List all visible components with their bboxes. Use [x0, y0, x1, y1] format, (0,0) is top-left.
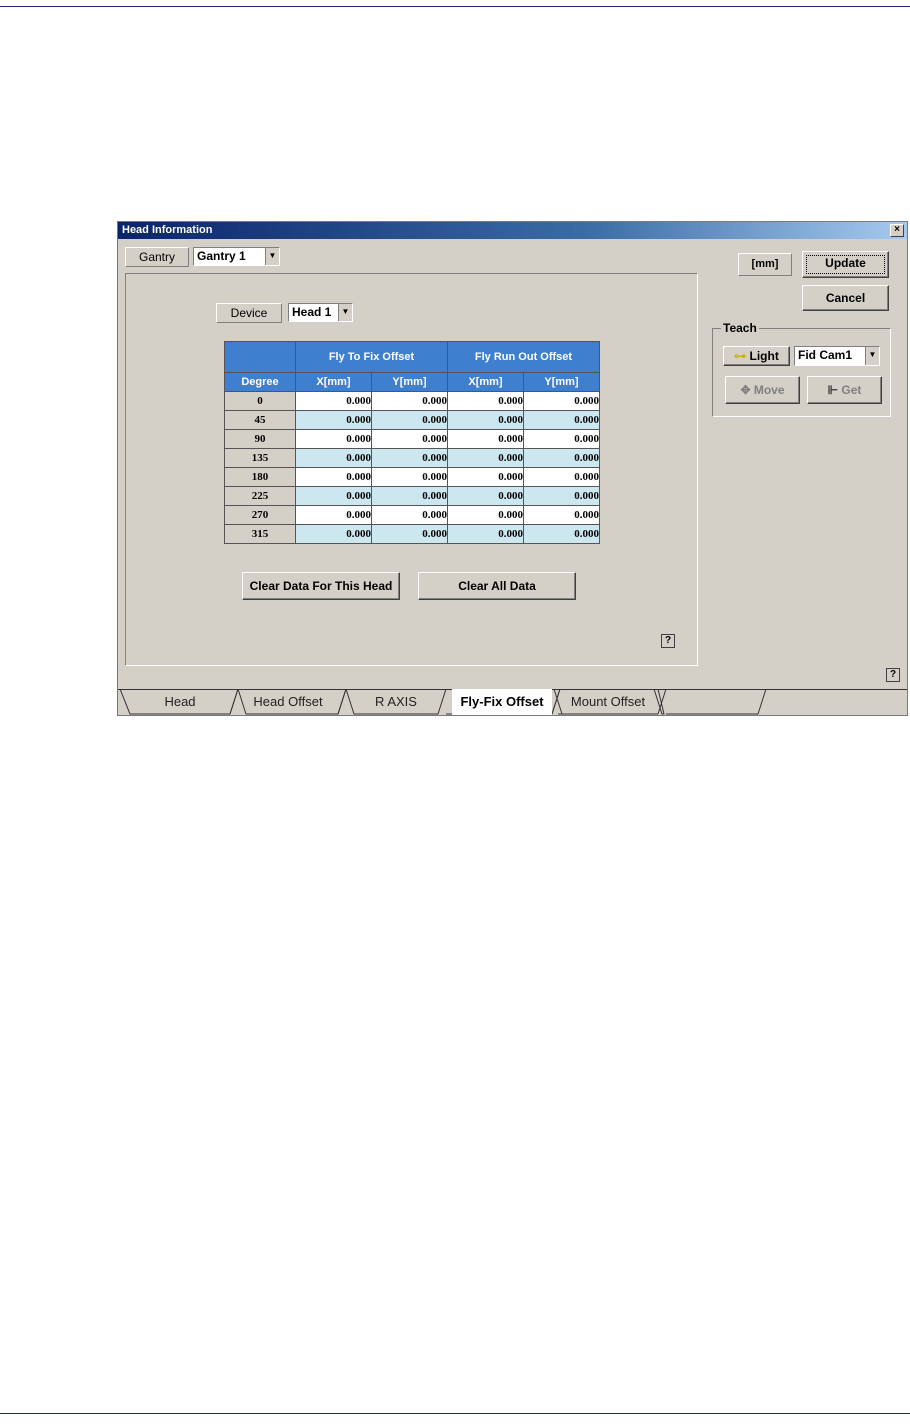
- help-icon[interactable]: ?: [661, 634, 675, 648]
- light-bulb-icon: ⊶: [734, 349, 747, 363]
- get-button-label: Get: [841, 383, 862, 397]
- tab-fly-fix-offset[interactable]: Fly-Fix Offset: [452, 689, 552, 715]
- light-button-label: Light: [749, 349, 779, 363]
- table-row: 135 0.000 0.000 0.000 0.000: [224, 448, 600, 468]
- offset-value-cell[interactable]: 0.000: [523, 467, 600, 487]
- col-header-run-x: X[mm]: [447, 372, 524, 392]
- device-label: Device: [216, 303, 282, 323]
- degree-cell: 225: [224, 486, 296, 506]
- col-header-run-y: Y[mm]: [523, 372, 600, 392]
- chevron-down-icon[interactable]: ▼: [865, 347, 879, 365]
- teach-group: Teach ⊶ Light Fid Cam1 ▼ ✥ Move ⊩ Get: [712, 321, 891, 417]
- offset-value-cell[interactable]: 0.000: [371, 448, 448, 468]
- head-information-window: Head Information × Gantry Gantry 1 ▼ [mm…: [117, 221, 908, 716]
- get-button[interactable]: ⊩ Get: [807, 376, 882, 404]
- table-row: 225 0.000 0.000 0.000 0.000: [224, 486, 600, 506]
- close-icon[interactable]: ×: [890, 224, 904, 237]
- offset-value-cell[interactable]: 0.000: [447, 486, 524, 506]
- offset-value-cell[interactable]: 0.000: [447, 505, 524, 525]
- tab-r-axis[interactable]: R AXIS: [346, 689, 446, 715]
- degree-cell: 135: [224, 448, 296, 468]
- offset-value-cell[interactable]: 0.000: [371, 486, 448, 506]
- offset-value-cell[interactable]: 0.000: [295, 486, 372, 506]
- device-select[interactable]: Head 1 ▼: [288, 303, 353, 322]
- degree-cell: 270: [224, 505, 296, 525]
- window-title: Head Information: [122, 224, 213, 236]
- offset-value-cell[interactable]: 0.000: [295, 467, 372, 487]
- degree-cell: 90: [224, 429, 296, 449]
- offset-value-cell[interactable]: 0.000: [523, 391, 600, 411]
- degree-cell: 180: [224, 467, 296, 487]
- table-row: 90 0.000 0.000 0.000 0.000: [224, 429, 600, 449]
- page-top-rule: [0, 6, 910, 7]
- offset-value-cell[interactable]: 0.000: [371, 467, 448, 487]
- col-header-fix-x: X[mm]: [295, 372, 372, 392]
- chevron-down-icon[interactable]: ▼: [265, 248, 279, 265]
- degree-cell: 315: [224, 524, 296, 544]
- offset-value-cell[interactable]: 0.000: [447, 524, 524, 544]
- camera-select[interactable]: Fid Cam1 ▼: [794, 346, 880, 366]
- update-button[interactable]: Update: [802, 251, 889, 278]
- gantry-select-value: Gantry 1: [197, 249, 246, 263]
- camera-select-value: Fid Cam1: [798, 348, 853, 362]
- offset-value-cell[interactable]: 0.000: [371, 410, 448, 430]
- offset-value-cell[interactable]: 0.000: [295, 505, 372, 525]
- offset-value-cell[interactable]: 0.000: [523, 448, 600, 468]
- tab-mount-offset[interactable]: Mount Offset: [558, 689, 658, 715]
- col-header-degree: Degree: [224, 372, 296, 392]
- offset-value-cell[interactable]: 0.000: [447, 429, 524, 449]
- gantry-label: Gantry: [125, 247, 189, 267]
- cancel-button[interactable]: Cancel: [802, 285, 889, 311]
- offset-value-cell[interactable]: 0.000: [371, 429, 448, 449]
- offset-value-cell[interactable]: 0.000: [447, 391, 524, 411]
- offset-value-cell[interactable]: 0.000: [371, 391, 448, 411]
- window-titlebar: Head Information ×: [118, 222, 907, 239]
- move-button[interactable]: ✥ Move: [725, 376, 800, 404]
- table-row: 0 0.000 0.000 0.000 0.000: [224, 391, 600, 411]
- table-row: 45 0.000 0.000 0.000 0.000: [224, 410, 600, 430]
- get-position-icon: ⊩: [827, 383, 839, 397]
- tab-head-offset[interactable]: Head Offset: [238, 689, 338, 715]
- offset-value-cell[interactable]: 0.000: [295, 429, 372, 449]
- fly-fix-offset-panel: Device Head 1 ▼ Fly To Fix Offset Fly Ru…: [125, 273, 698, 666]
- chevron-down-icon[interactable]: ▼: [338, 304, 352, 321]
- degree-cell: 0: [224, 391, 296, 411]
- teach-title: Teach: [721, 321, 759, 335]
- offset-value-cell[interactable]: 0.000: [371, 505, 448, 525]
- offset-value-cell[interactable]: 0.000: [523, 486, 600, 506]
- clear-all-button[interactable]: Clear All Data: [418, 572, 576, 600]
- offset-value-cell[interactable]: 0.000: [447, 467, 524, 487]
- move-arrows-icon: ✥: [740, 383, 751, 397]
- offset-value-cell[interactable]: 0.000: [523, 505, 600, 525]
- tab-strip: Head Head Offset R AXIS Fly-Fix Offset M…: [118, 689, 907, 715]
- table-row: 270 0.000 0.000 0.000 0.000: [224, 505, 600, 525]
- offset-value-cell[interactable]: 0.000: [295, 410, 372, 430]
- offset-value-cell[interactable]: 0.000: [523, 429, 600, 449]
- offset-table: Fly To Fix Offset Fly Run Out Offset Deg…: [224, 341, 600, 544]
- unit-label: [mm]: [738, 253, 792, 276]
- group-header-fly-to-fix: Fly To Fix Offset: [295, 341, 448, 373]
- move-button-label: Move: [753, 383, 785, 397]
- clear-head-button[interactable]: Clear Data For This Head: [242, 572, 400, 600]
- col-header-fix-y: Y[mm]: [371, 372, 448, 392]
- table-row: 315 0.000 0.000 0.000 0.000: [224, 524, 600, 544]
- device-select-value: Head 1: [292, 305, 332, 319]
- degree-cell: 45: [224, 410, 296, 430]
- offset-value-cell[interactable]: 0.000: [371, 524, 448, 544]
- offset-value-cell[interactable]: 0.000: [447, 448, 524, 468]
- offset-value-cell[interactable]: 0.000: [523, 410, 600, 430]
- tab-head[interactable]: Head: [130, 689, 230, 715]
- offset-value-cell[interactable]: 0.000: [295, 391, 372, 411]
- offset-value-cell[interactable]: 0.000: [523, 524, 600, 544]
- offset-value-cell[interactable]: 0.000: [295, 448, 372, 468]
- table-corner-cell: [224, 341, 296, 373]
- gantry-select[interactable]: Gantry 1 ▼: [193, 247, 280, 266]
- group-header-fly-run-out: Fly Run Out Offset: [447, 341, 600, 373]
- page-bottom-rule: [0, 1413, 910, 1414]
- light-button[interactable]: ⊶ Light: [723, 346, 790, 366]
- table-row: 180 0.000 0.000 0.000 0.000: [224, 467, 600, 487]
- offset-value-cell[interactable]: 0.000: [295, 524, 372, 544]
- offset-value-cell[interactable]: 0.000: [447, 410, 524, 430]
- help-icon[interactable]: ?: [886, 668, 900, 682]
